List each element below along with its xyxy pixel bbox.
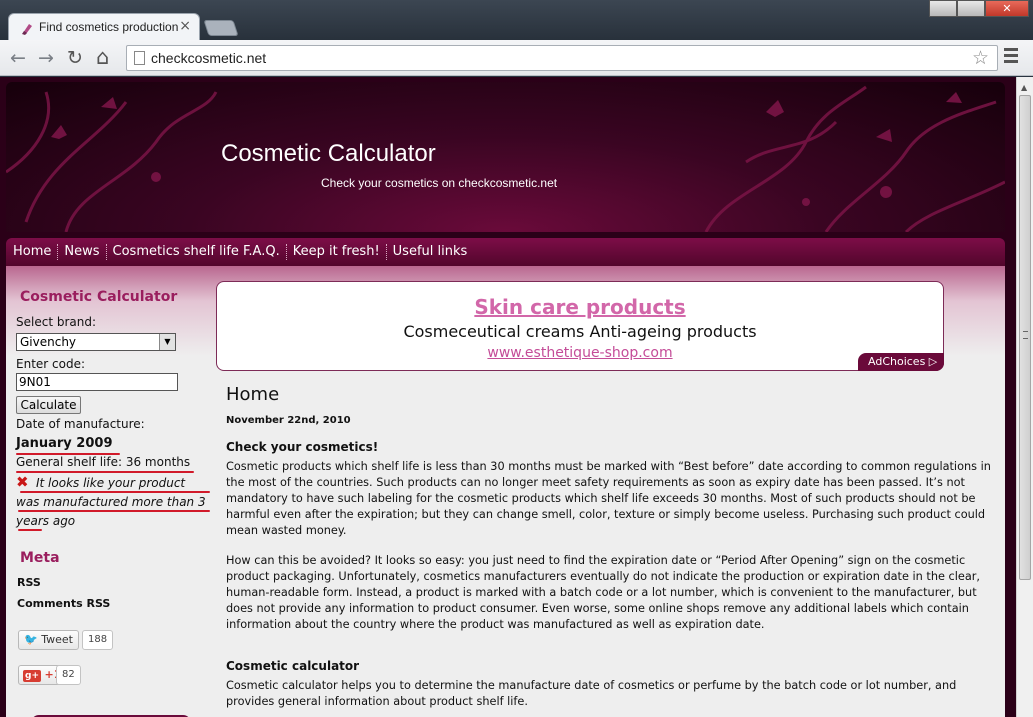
ad-banner[interactable]: Skin care products Cosmeceutical creams … bbox=[216, 281, 944, 371]
code-label: Enter code: bbox=[16, 357, 86, 371]
floral-ornament-icon bbox=[6, 85, 1005, 232]
section-heading-calculator: Cosmetic calculator bbox=[226, 659, 360, 673]
nav-home[interactable]: Home bbox=[6, 244, 59, 260]
comments-rss-link[interactable]: Comments RSS bbox=[17, 597, 110, 610]
section-heading-check: Check your cosmetics! bbox=[226, 440, 379, 454]
site-header: Cosmetic Calculator Check your cosmetics… bbox=[6, 82, 1005, 232]
adchoices-badge[interactable]: AdChoices ▷ bbox=[858, 353, 944, 371]
browser-titlebar: Find cosmetics production × ✕ bbox=[0, 0, 1033, 40]
ad-description: Cosmeceutical creams Anti-ageing product… bbox=[403, 322, 757, 341]
calculator-title: Cosmetic Calculator bbox=[20, 289, 178, 305]
window-controls: ✕ bbox=[929, 0, 1029, 17]
manufacture-date: January 2009 bbox=[16, 436, 113, 451]
main-nav: Home News Cosmetics shelf life F.A.Q. Ke… bbox=[6, 238, 1005, 266]
calculate-button[interactable]: Calculate bbox=[16, 396, 81, 414]
post-date: November 22nd, 2010 bbox=[226, 415, 351, 426]
paragraph-1: Cosmetic products which shelf life is le… bbox=[226, 460, 991, 537]
scrollbar-thumb[interactable] bbox=[1019, 95, 1031, 580]
tweet-count: 188 bbox=[82, 630, 114, 650]
tweet-label: Tweet bbox=[41, 633, 73, 646]
page-icon bbox=[134, 51, 145, 65]
chrome-menu-icon[interactable] bbox=[1004, 48, 1018, 66]
nav-faq[interactable]: Cosmetics shelf life F.A.Q. bbox=[107, 244, 287, 260]
ad-title-link[interactable]: Skin care products bbox=[217, 295, 943, 319]
date-label: Date of manufacture: bbox=[16, 417, 145, 431]
nav-news[interactable]: News bbox=[58, 244, 107, 260]
bookmark-star-icon[interactable]: ☆ bbox=[972, 47, 989, 69]
brand-select[interactable]: Givenchy ▼ bbox=[16, 333, 176, 351]
new-tab-button[interactable] bbox=[203, 20, 239, 36]
close-window-button[interactable]: ✕ bbox=[985, 0, 1029, 17]
google-plus-icon: g+ bbox=[23, 670, 41, 682]
nav-useful-links[interactable]: Useful links bbox=[387, 244, 474, 260]
meta-title: Meta bbox=[20, 550, 60, 566]
address-bar[interactable]: checkcosmetic.net ☆ bbox=[126, 45, 998, 71]
google-plus-count: 82 bbox=[56, 665, 81, 685]
scroll-up-arrow-icon[interactable]: ▲ bbox=[1021, 83, 1027, 92]
red-underline bbox=[18, 510, 210, 512]
ad-url-link[interactable]: www.esthetique-shop.com bbox=[217, 345, 943, 361]
page-title: Home bbox=[226, 384, 280, 405]
home-icon[interactable]: ⌂ bbox=[96, 45, 109, 69]
browser-toolbar: ← → ↻ ⌂ checkcosmetic.net ☆ bbox=[0, 40, 1033, 76]
reload-icon[interactable]: ↻ bbox=[67, 47, 83, 69]
red-underline bbox=[18, 529, 42, 531]
red-underline bbox=[20, 491, 210, 493]
rss-link[interactable]: RSS bbox=[17, 576, 41, 589]
page-body: Cosmetic Calculator Select brand: Givenc… bbox=[6, 266, 1005, 717]
browser-tab[interactable]: Find cosmetics production × bbox=[8, 13, 200, 40]
tab-close-icon[interactable]: × bbox=[179, 18, 191, 34]
shelf-life: General shelf life: 36 months bbox=[16, 455, 191, 469]
chevron-down-icon[interactable]: ▼ bbox=[159, 334, 175, 350]
red-underline bbox=[16, 471, 194, 473]
address-url[interactable]: checkcosmetic.net bbox=[151, 50, 266, 66]
page-viewport: Cosmetic Calculator Check your cosmetics… bbox=[0, 77, 1033, 717]
warning-text: It looks like your product was manufactu… bbox=[16, 476, 206, 528]
site-title: Cosmetic Calculator bbox=[221, 140, 436, 167]
sidebar: Cosmetic Calculator Select brand: Givenc… bbox=[6, 266, 211, 717]
vertical-scrollbar[interactable]: ▲ bbox=[1016, 77, 1033, 717]
forward-arrow-icon[interactable]: → bbox=[38, 47, 54, 69]
site-tagline: Check your cosmetics on checkcosmetic.ne… bbox=[321, 176, 558, 190]
back-arrow-icon[interactable]: ← bbox=[10, 47, 26, 69]
tab-title: Find cosmetics production bbox=[39, 20, 179, 34]
error-cross-icon: ✖ bbox=[16, 473, 29, 491]
paragraph-3: Cosmetic calculator helps you to determi… bbox=[226, 679, 957, 708]
brand-select-value: Givenchy bbox=[20, 335, 77, 349]
maximize-button[interactable] bbox=[957, 0, 985, 17]
brand-label: Select brand: bbox=[16, 315, 97, 329]
code-input[interactable]: 9N01 bbox=[16, 373, 178, 391]
twitter-bird-icon: 🐦 bbox=[24, 633, 38, 646]
nav-keep-fresh[interactable]: Keep it fresh! bbox=[287, 244, 387, 260]
minimize-button[interactable] bbox=[929, 0, 957, 17]
paragraph-2: How can this be avoided? It looks so eas… bbox=[226, 554, 980, 631]
tweet-button[interactable]: 🐦 Tweet bbox=[18, 630, 79, 650]
lipstick-favicon-icon bbox=[22, 24, 32, 35]
grip-icon bbox=[1023, 331, 1028, 339]
